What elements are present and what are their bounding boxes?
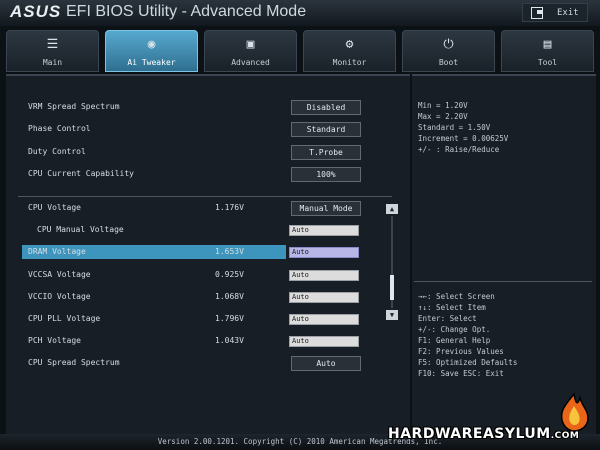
exit-button[interactable]: Exit	[522, 3, 588, 22]
voltage-input[interactable]: Auto	[289, 225, 359, 236]
info-line: Standard = 1.50V	[418, 123, 491, 132]
scroll-thumb[interactable]	[390, 275, 394, 300]
tab-label: Main	[42, 58, 63, 67]
voltage-input[interactable]: Auto	[289, 247, 359, 258]
setting-option-button[interactable]: Disabled	[291, 100, 361, 115]
exit-icon	[531, 6, 543, 19]
tab-main[interactable]: ☰ Main	[6, 30, 99, 72]
setting-label: CPU Manual Voltage	[37, 225, 124, 234]
voltage-input[interactable]: Auto	[289, 270, 359, 281]
setting-row[interactable]: CPU Current Capability 100%	[6, 167, 410, 183]
voltage-input[interactable]: Auto	[289, 292, 359, 303]
setting-label: VRM Spread Spectrum	[28, 102, 120, 111]
current-voltage: 1.068V	[215, 292, 244, 301]
key-help: →←: Select Screen ↑↓: Select Item Enter:…	[418, 291, 517, 379]
tab-advanced[interactable]: ▣ Advanced	[204, 30, 297, 72]
setting-row[interactable]: CPU Spread Spectrum Auto	[6, 356, 410, 372]
key-help-line: F2: Previous Values	[418, 347, 504, 356]
title-bar: ASUS EFI BIOS Utility - Advanced Mode Ex…	[0, 0, 600, 26]
key-help-line: ↑↓: Select Item	[418, 303, 486, 312]
scroll-down-icon[interactable]: ▼	[386, 310, 398, 320]
setting-row-selected[interactable]: DRAM Voltage 1.653V Auto	[6, 245, 410, 261]
setting-label: VCCSA Voltage	[28, 270, 91, 279]
setting-option-button[interactable]: 100%	[291, 167, 361, 182]
setting-row[interactable]: Duty Control T.Probe	[6, 145, 410, 161]
scroll-up-icon[interactable]: ▲	[386, 204, 398, 214]
list-icon: ☰	[46, 37, 59, 52]
key-help-line: F5: Optimized Defaults	[418, 358, 518, 367]
setting-label: PCH Voltage	[28, 336, 81, 345]
info-line: Max = 2.20V	[418, 112, 468, 121]
toolbox-icon: ▤	[543, 37, 552, 52]
current-voltage: 1.796V	[215, 314, 244, 323]
setting-option-button[interactable]: T.Probe	[291, 145, 361, 160]
help-divider	[414, 281, 592, 282]
setting-option-button[interactable]: Standard	[291, 122, 361, 137]
setting-row[interactable]: VCCSA Voltage 0.925V Auto	[6, 268, 410, 284]
settings-panel: VRM Spread Spectrum Disabled Phase Contr…	[6, 74, 410, 434]
watermark-text: HARDWAREASYLUM.COM	[388, 426, 579, 442]
tab-label: Tool	[537, 58, 558, 67]
tab-ai-tweaker[interactable]: ◉ Ai Tweaker	[105, 30, 198, 72]
app-title: EFI BIOS Utility - Advanced Mode	[66, 3, 307, 20]
setting-label: Duty Control	[28, 147, 86, 156]
setting-row[interactable]: VCCIO Voltage 1.068V Auto	[6, 290, 410, 306]
item-info: Min = 1.20V Max = 2.20V Standard = 1.50V…	[418, 100, 508, 155]
section-divider	[18, 196, 392, 197]
setting-label: CPU Spread Spectrum	[28, 358, 120, 367]
setting-label: Phase Control	[28, 124, 91, 133]
setting-option-button[interactable]: Manual Mode	[291, 201, 361, 216]
setting-row[interactable]: CPU PLL Voltage 1.796V Auto	[6, 312, 410, 328]
current-voltage: 0.925V	[215, 270, 244, 279]
info-line: Min = 1.20V	[418, 101, 468, 110]
setting-row[interactable]: Phase Control Standard	[6, 122, 410, 138]
help-panel: Min = 1.20V Max = 2.20V Standard = 1.50V…	[412, 74, 596, 434]
watermark: HARDWAREASYLUM.COM	[388, 392, 600, 450]
key-help-line: +/-: Change Opt.	[418, 325, 491, 334]
voltage-input[interactable]: Auto	[289, 336, 359, 347]
key-help-line: →←: Select Screen	[418, 292, 495, 301]
tab-monitor[interactable]: ⚙ Monitor	[303, 30, 396, 72]
watermark-name: HARDWAREASYLUM	[388, 426, 551, 442]
setting-label: DRAM Voltage	[28, 247, 86, 256]
monitor-icon: ⚙	[345, 37, 354, 52]
key-help-line: Enter: Select	[418, 314, 477, 323]
advanced-icon: ▣	[246, 37, 255, 52]
tab-label: Boot	[438, 58, 459, 67]
tab-label: Advanced	[231, 58, 270, 67]
info-line: +/- : Raise/Reduce	[418, 145, 500, 154]
setting-option-button[interactable]: Auto	[291, 356, 361, 371]
current-voltage: 1.653V	[215, 247, 244, 256]
setting-row[interactable]: CPU Voltage 1.176V Manual Mode	[6, 201, 410, 217]
setting-label: CPU PLL Voltage	[28, 314, 101, 323]
setting-label: VCCIO Voltage	[28, 292, 91, 301]
tab-tool[interactable]: ▤ Tool	[501, 30, 594, 72]
exit-label: Exit	[557, 7, 579, 18]
current-voltage: 1.176V	[215, 203, 244, 212]
watermark-suffix: .COM	[550, 431, 580, 441]
tab-label: Ai Tweaker	[127, 58, 176, 67]
tab-bar: ☰ Main ◉ Ai Tweaker ▣ Advanced ⚙ Monitor…	[6, 30, 596, 72]
info-line: Increment = 0.00625V	[418, 134, 509, 143]
setting-row[interactable]: PCH Voltage 1.043V Auto	[6, 334, 410, 350]
setting-row[interactable]: CPU Manual Voltage Auto	[6, 223, 410, 239]
voltage-input[interactable]: Auto	[289, 314, 359, 325]
key-help-line: F10: Save ESC: Exit	[418, 369, 504, 378]
setting-row[interactable]: VRM Spread Spectrum Disabled	[6, 100, 410, 116]
tab-boot[interactable]: ⏻ Boot	[402, 30, 495, 72]
key-help-line: F1: General Help	[418, 336, 491, 345]
power-icon: ⏻	[443, 37, 454, 52]
scrollbar[interactable]: ▲ ▼	[386, 204, 398, 320]
tweaker-icon: ◉	[147, 37, 156, 52]
tab-label: Monitor	[332, 58, 367, 67]
asus-logo: ASUS	[10, 2, 62, 21]
setting-label: CPU Voltage	[28, 203, 81, 212]
current-voltage: 1.043V	[215, 336, 244, 345]
setting-label: CPU Current Capability	[28, 169, 134, 178]
